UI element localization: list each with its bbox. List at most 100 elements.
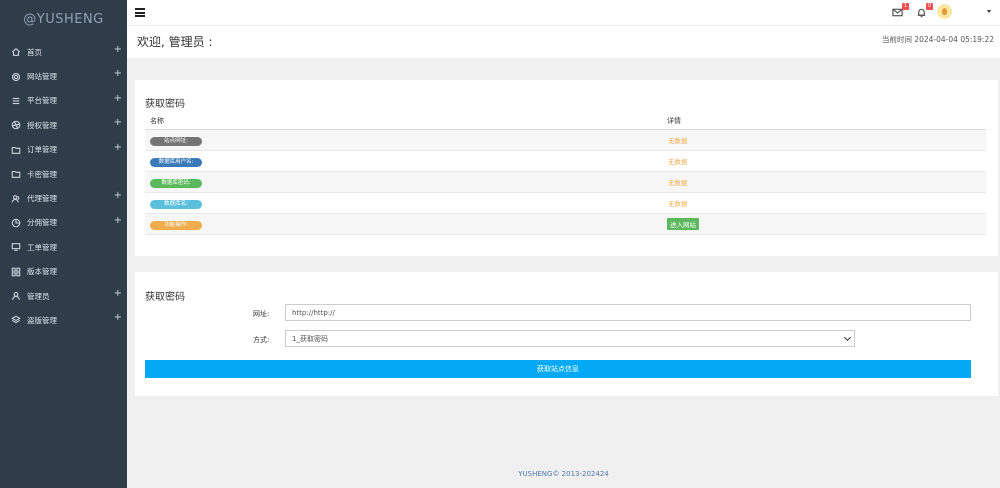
column-header-detail: 详情 (667, 117, 681, 125)
chevron-down-icon (843, 333, 852, 342)
footer: YUSHENG© 2013-202424 (518, 470, 609, 478)
table-row: 数据库名: 无数据 (145, 193, 986, 214)
home-icon (10, 46, 22, 58)
plus-icon[interactable]: + (114, 288, 122, 299)
table-cell-name: 功能操作: (145, 219, 667, 230)
table-cell-name: 数据库用户名: (145, 156, 667, 167)
sidebar-item[interactable]: 平台管理 + (0, 89, 127, 113)
sidebar-item-label: 工单管理 (27, 242, 57, 252)
menu-toggle-icon[interactable] (135, 8, 145, 17)
sidebar-item-label: 网站管理 (27, 72, 57, 82)
sidebar-item[interactable]: 首页 + (0, 40, 127, 64)
sidebar: @YUSHENG 首页 + 网站管理 + 平台管理 + 授权管理 + 订单管理 + 卡密管理代理管理… (0, 0, 127, 488)
method-label: 方式: (253, 336, 270, 344)
bell-badge: 0 (926, 3, 933, 10)
sidebar-item-label: 首页 (27, 47, 42, 57)
visit-site-button[interactable]: 进入网站 (667, 218, 699, 230)
table-row: 功能操作: 进入网站 (145, 214, 986, 235)
info-table: 名称 详情 站点网址: 无数据 数据库用户名: 无数据 数据库密码: 无数据 数据库名: 无数… (145, 113, 986, 235)
field-label-badge: 功能操作: (150, 220, 202, 230)
gear-icon (10, 71, 22, 83)
table-row: 站点网址: 无数据 (145, 130, 986, 151)
grid-icon (10, 266, 22, 278)
chevron-down-icon[interactable] (987, 10, 991, 13)
page-title: 欢迎, 管理员 : (137, 35, 213, 49)
avatar[interactable] (937, 4, 952, 19)
table-body: 站点网址: 无数据 数据库用户名: 无数据 数据库密码: 无数据 数据库名: 无数据 功能操作:… (145, 130, 986, 235)
current-time: 当前时间 2024-04-04 05:19:22 (882, 34, 994, 45)
sidebar-item-label: 卡密管理 (27, 169, 57, 179)
field-label-badge: 站点网址: (150, 136, 202, 146)
current-time-label: 当前时间 (881, 35, 912, 44)
field-label-badge: 数据库用户名: (150, 157, 202, 167)
sidebar-item[interactable]: 管理员 + (0, 284, 127, 308)
sidebar-item[interactable]: 分佣管理 + (0, 211, 127, 235)
sidebar-nav: 首页 + 网站管理 + 平台管理 + 授权管理 + 订单管理 + 卡密管理代理管理 + 分佣管理 + 工单管… (0, 40, 127, 333)
monitor-icon (10, 241, 22, 253)
table-cell-detail: 无数据 (667, 198, 688, 208)
sidebar-item[interactable]: 卡密管理 (0, 162, 127, 186)
plus-icon[interactable]: + (114, 44, 122, 55)
table-cell-detail: 无数据 (667, 156, 688, 166)
sidebar-item[interactable]: 授权管理 + (0, 113, 127, 137)
plus-icon[interactable]: + (114, 68, 122, 79)
sidebar-item-label: 平台管理 (27, 96, 57, 106)
sidebar-item[interactable]: 网站管理 + (0, 64, 127, 88)
table-cell-name: 数据库密码: (145, 177, 667, 188)
fetch-site-info-button[interactable]: 获取站点信息 (145, 360, 971, 378)
welcome-bar: 欢迎, 管理员 : 当前时间 2024-04-04 05:19:22 (127, 26, 1000, 58)
sidebar-item[interactable]: 工单管理 (0, 235, 127, 259)
sidebar-item[interactable]: 代理管理 + (0, 186, 127, 210)
top-bar: 1 0 (127, 0, 1000, 26)
field-label-badge: 数据库密码: (150, 178, 202, 188)
users-icon (10, 193, 22, 205)
detail-value: 无数据 (668, 200, 688, 208)
table-cell-name: 数据库名: (145, 198, 667, 209)
column-header-name: 名称 (150, 117, 164, 125)
table-cell-detail: 无数据 (667, 135, 688, 145)
table-row: 数据库密码: 无数据 (145, 172, 986, 193)
pie-icon (10, 217, 22, 229)
detail-value: 无数据 (668, 137, 688, 145)
method-select-value: 1_获取密码 (292, 335, 328, 343)
fetch-form-panel: 获取密码 网址: 方式: 1_获取密码 获取站点信息 (135, 272, 998, 396)
plus-icon[interactable]: + (114, 93, 122, 104)
url-label: 网址: (253, 310, 270, 318)
table-cell-detail: 进入网站 (667, 218, 699, 230)
url-input[interactable] (285, 304, 971, 321)
current-time-value: 2024-04-04 05:19:22 (914, 35, 994, 44)
sidebar-item-label: 分佣管理 (27, 218, 57, 228)
plus-icon[interactable]: + (114, 312, 122, 323)
bell-icon[interactable]: 0 (916, 3, 933, 18)
folder-icon (10, 144, 22, 156)
table-cell-name: 站点网址: (145, 135, 667, 146)
table-header: 名称 详情 (145, 113, 986, 130)
sidebar-item-label: 代理管理 (27, 194, 57, 204)
password-info-panel: 获取密码 名称 详情 站点网址: 无数据 数据库用户名: 无数据 数据库密码: 无数据 数据… (135, 80, 998, 256)
sidebar-item[interactable]: 版本管理 (0, 260, 127, 284)
method-select[interactable]: 1_获取密码 (285, 330, 855, 347)
detail-value: 无数据 (668, 179, 688, 187)
plus-icon[interactable]: + (114, 117, 122, 128)
layers-icon (10, 314, 22, 326)
user-icon (10, 290, 22, 302)
brand-logo: @YUSHENG (23, 12, 104, 27)
sidebar-item[interactable]: 订单管理 + (0, 138, 127, 162)
plus-icon[interactable]: + (114, 190, 122, 201)
plus-icon[interactable]: + (114, 142, 122, 153)
sidebar-item-label: 版本管理 (27, 267, 57, 277)
panel-title: 获取密码 (145, 292, 185, 303)
aperture-icon (10, 119, 22, 131)
plus-icon[interactable]: + (114, 215, 122, 226)
sidebar-item-label: 订单管理 (27, 145, 57, 155)
table-cell-detail: 无数据 (667, 177, 688, 187)
table-row: 数据库用户名: 无数据 (145, 151, 986, 172)
detail-value: 无数据 (668, 158, 688, 166)
sidebar-item-label: 管理员 (27, 291, 50, 301)
sidebar-item[interactable]: 盗版管理 + (0, 308, 127, 332)
mail-icon[interactable]: 1 (892, 3, 909, 18)
panel-title: 获取密码 (145, 99, 185, 110)
folder-icon (10, 168, 22, 180)
sidebar-item-label: 盗版管理 (27, 315, 57, 325)
sidebar-item-label: 授权管理 (27, 120, 57, 130)
